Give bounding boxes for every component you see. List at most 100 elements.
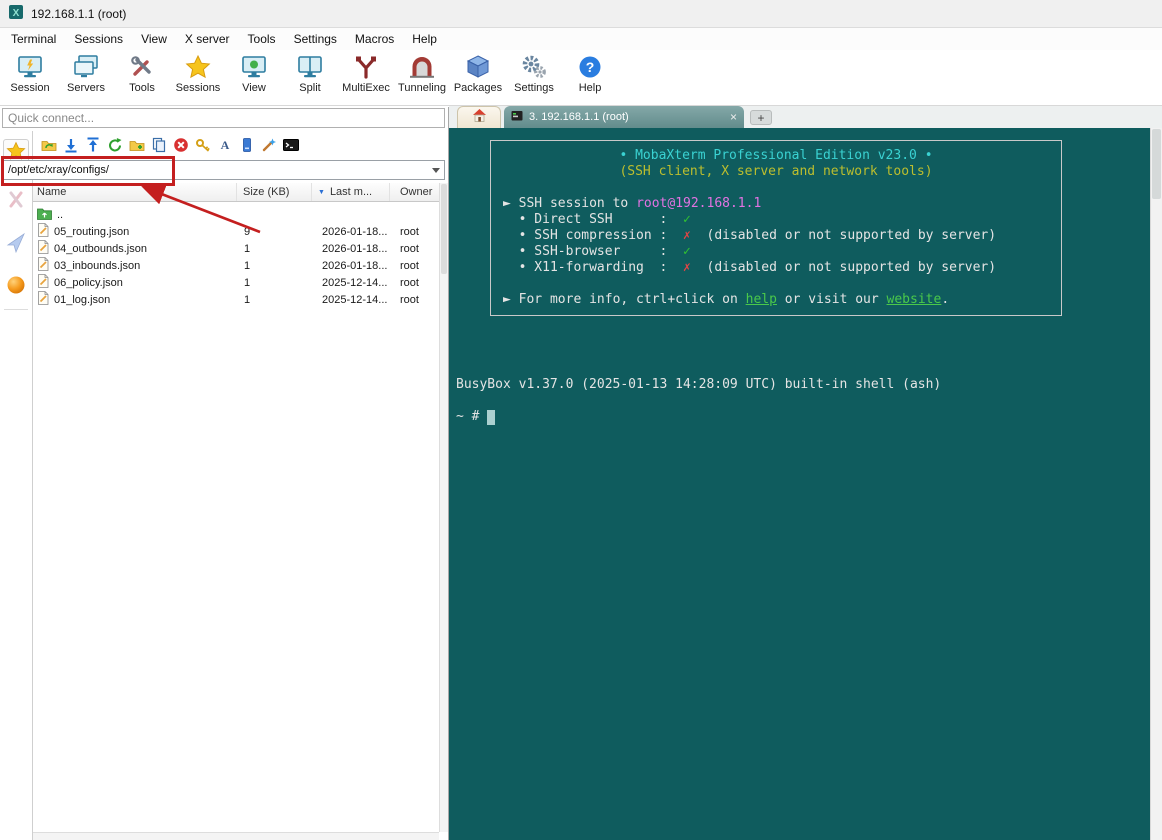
toolbar-tools[interactable]: Tools [114, 54, 170, 105]
close-tab-icon[interactable]: × [730, 111, 737, 123]
sftp-delete-button[interactable] [172, 136, 190, 154]
tools-faded-icon [6, 188, 26, 215]
delete-icon [174, 138, 188, 152]
toolbar-help[interactable]: ? Help [562, 54, 618, 105]
sftp-sync-button[interactable] [40, 136, 58, 154]
banner-box: • MobaXterm Professional Edition v23.0 •… [490, 140, 1062, 316]
cross-icon: ✗ [683, 260, 691, 275]
servers-icon [73, 54, 99, 80]
toolbar-view[interactable]: View [226, 54, 282, 105]
file-icon [37, 240, 49, 257]
check-icon: ✓ [683, 212, 691, 227]
download-icon [65, 139, 77, 153]
sftp-encoding-button[interactable]: A [216, 136, 234, 154]
toolbar-multiexec[interactable]: MultiExec [338, 54, 394, 105]
gear-icon [521, 54, 547, 80]
quick-connect-input[interactable] [2, 108, 445, 128]
tab-label: 3. 192.168.1.1 (root) [529, 111, 629, 123]
home-tab[interactable] [457, 106, 501, 128]
path-input[interactable] [3, 161, 428, 179]
file-icon [37, 291, 49, 308]
sftp-toolbar: A [33, 131, 448, 159]
menu-terminal[interactable]: Terminal [2, 29, 65, 49]
sftp-console-button[interactable] [282, 136, 300, 154]
toolbar-servers[interactable]: Servers [58, 54, 114, 105]
sftp-permissions-button[interactable] [194, 136, 212, 154]
column-header-owner[interactable]: Owner [390, 183, 439, 201]
website-link[interactable]: website [887, 292, 942, 307]
column-header-name[interactable]: Name [33, 183, 237, 201]
ssh-target: root@192.168.1.1 [636, 196, 762, 211]
file-list-header: Name Size (KB) ▼ Last m... Owner [33, 183, 439, 202]
help-icon: ? [577, 54, 603, 80]
sidebar-tab-macros[interactable] [3, 231, 29, 259]
sftp-edit-button[interactable] [260, 136, 278, 154]
sftp-drive-button[interactable] [238, 136, 256, 154]
svg-text:X: X [13, 8, 20, 19]
menu-macros[interactable]: Macros [346, 29, 403, 49]
toolbar-session[interactable]: Session [2, 54, 58, 105]
path-combobox [2, 160, 445, 180]
file-icon [37, 257, 49, 274]
edit-wand-icon [262, 138, 276, 152]
menu-help[interactable]: Help [403, 29, 446, 49]
column-header-size[interactable]: Size (KB) [237, 183, 312, 201]
toolbar-tunneling[interactable]: Tunneling [394, 54, 450, 105]
tunneling-icon [409, 54, 435, 80]
menu-sessions[interactable]: Sessions [65, 29, 132, 49]
sort-descending-icon: ▼ [318, 188, 325, 196]
svg-text:A: A [221, 138, 230, 152]
menu-view[interactable]: View [132, 29, 176, 49]
column-header-last-modified[interactable]: ▼ Last m... [312, 183, 390, 201]
sidebar-tab-remote[interactable] [3, 273, 29, 301]
sftp-refresh-button[interactable] [106, 136, 124, 154]
shell-prompt-line: ~ # [456, 409, 496, 425]
help-link[interactable]: help [746, 292, 777, 307]
file-list: .. 05_routing.json 9 2026-01-18... root … [33, 202, 439, 308]
file-row[interactable]: 05_routing.json 9 2026-01-18... root [33, 223, 439, 240]
packages-icon [465, 54, 491, 80]
busybox-message: BusyBox v1.37.0 (2025-01-13 14:28:09 UTC… [456, 377, 942, 392]
file-row[interactable]: 06_policy.json 1 2025-12-14... root [33, 274, 439, 291]
chevron-down-icon[interactable] [428, 161, 444, 179]
sftp-upload-button[interactable] [84, 136, 102, 154]
toolbar-packages[interactable]: Packages [450, 54, 506, 105]
file-row[interactable]: 03_inbounds.json 1 2026-01-18... root [33, 257, 439, 274]
terminal-screen[interactable]: • MobaXterm Professional Edition v23.0 •… [449, 128, 1162, 840]
ssh-session-line: ► SSH session to root@192.168.1.1 [503, 196, 762, 211]
banner-title: • MobaXterm Professional Edition v23.0 • [619, 148, 933, 163]
active-session-tab[interactable]: 3. 192.168.1.1 (root) × [504, 106, 744, 128]
copy-icon [152, 137, 166, 153]
file-list-scrollbar[interactable] [439, 183, 448, 832]
parent-folder-icon [37, 207, 52, 223]
menubar: Terminal Sessions View X server Tools Se… [0, 28, 1162, 50]
file-row[interactable]: 04_outbounds.json 1 2026-01-18... root [33, 240, 439, 257]
terminal-scrollbar[interactable] [1150, 128, 1162, 840]
multiexec-icon [353, 54, 379, 80]
titlebar: X 192.168.1.1 (root) [0, 0, 1162, 28]
sftp-new-folder-button[interactable] [128, 136, 146, 154]
file-list-horizontal-scrollbar[interactable] [33, 832, 439, 840]
file-icon [37, 223, 49, 240]
drive-icon [243, 138, 251, 152]
new-tab-button[interactable]: + [750, 110, 772, 125]
sidebar-tab-tools[interactable] [3, 187, 29, 215]
new-folder-icon [129, 141, 145, 151]
toolbar-settings[interactable]: Settings [506, 54, 562, 105]
terminal-scrollbar-thumb[interactable] [1152, 129, 1161, 199]
star-icon [185, 54, 211, 80]
file-row[interactable]: 01_log.json 1 2025-12-14... root [33, 291, 439, 308]
toolbar-sessions[interactable]: Sessions [170, 54, 226, 105]
menu-xserver[interactable]: X server [176, 29, 239, 49]
parent-dir-row[interactable]: .. [33, 206, 439, 223]
sftp-copy-button[interactable] [150, 136, 168, 154]
home-icon [472, 108, 487, 127]
menu-tools[interactable]: Tools [239, 29, 285, 49]
strip-divider [4, 309, 28, 310]
toolbar-split[interactable]: Split [282, 54, 338, 105]
sftp-download-button[interactable] [62, 136, 80, 154]
ssh-compression-line: • SSH compression : ✗ (disabled or not s… [503, 228, 997, 243]
menu-settings[interactable]: Settings [285, 29, 346, 49]
scrollbar-thumb[interactable] [441, 184, 447, 274]
